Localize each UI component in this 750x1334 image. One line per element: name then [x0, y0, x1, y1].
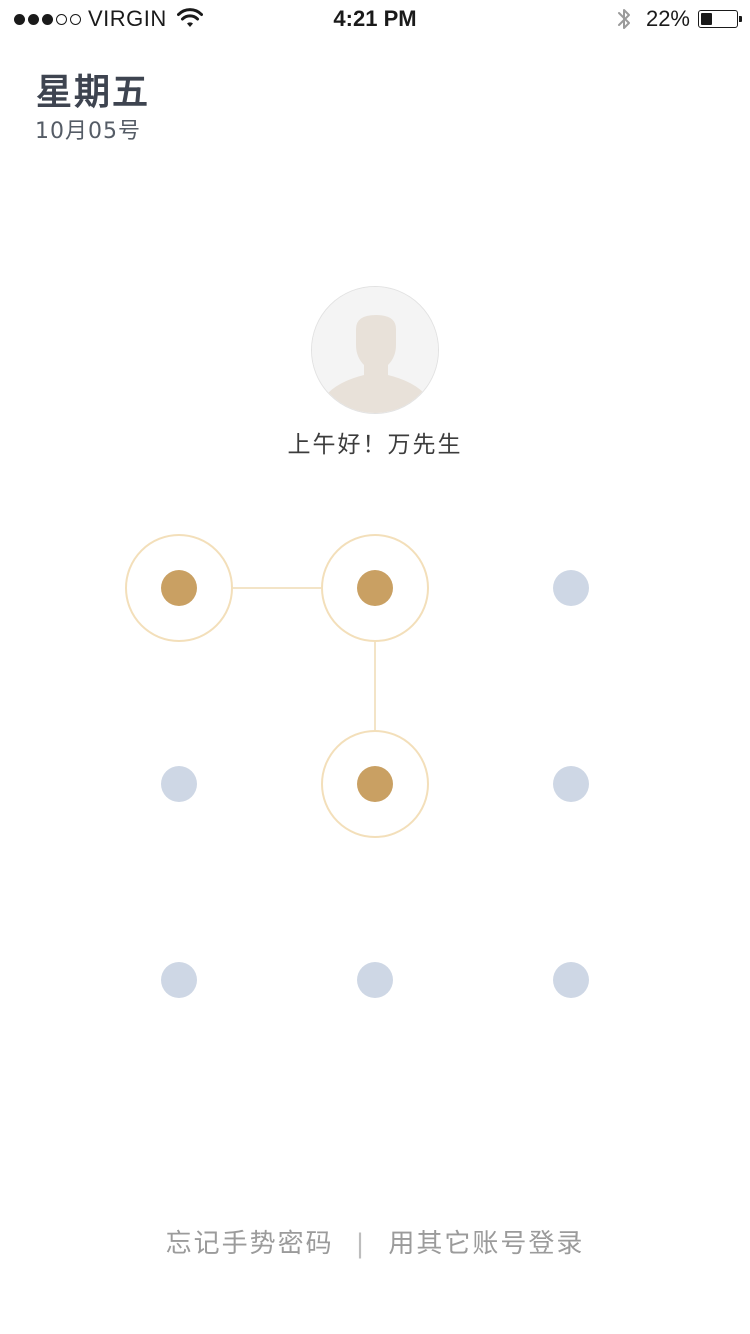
status-bar: VIRGIN 4:21 PM 22% — [0, 0, 750, 40]
battery-icon — [698, 10, 742, 28]
battery-level-fill — [701, 13, 712, 25]
battery-percent: 22% — [645, 6, 690, 31]
gesture-node-dot — [357, 962, 393, 998]
user-avatar — [311, 286, 439, 414]
greeting-text: 上午好！万先生 — [287, 432, 463, 458]
bluetooth-icon — [616, 7, 632, 31]
gesture-node[interactable] — [125, 730, 233, 838]
gesture-node-dot — [357, 766, 393, 802]
bottom-links: 忘记手势密码 | 用其它账号登录 — [0, 1224, 750, 1264]
gesture-node-dot — [553, 962, 589, 998]
date-label: 10月05号 — [35, 119, 141, 144]
gesture-node[interactable] — [517, 534, 625, 642]
gesture-node-dot — [357, 570, 393, 606]
gesture-node[interactable] — [517, 730, 625, 838]
gesture-path-line — [374, 642, 376, 730]
gesture-node[interactable] — [321, 926, 429, 1034]
other-account-login-link[interactable]: 用其它账号登录 — [388, 1224, 584, 1264]
gesture-node[interactable] — [517, 926, 625, 1034]
gesture-lock-pad[interactable] — [0, 0, 750, 1334]
gesture-node[interactable] — [321, 534, 429, 642]
gesture-node-dot — [161, 962, 197, 998]
status-bar-right: 22% — [616, 6, 742, 32]
day-of-week: 星期五 — [36, 72, 151, 113]
battery-cap — [739, 16, 742, 22]
user-silhouette-icon — [312, 287, 438, 413]
link-separator: | — [355, 1229, 367, 1259]
gesture-node[interactable] — [125, 534, 233, 642]
gesture-node-dot — [553, 570, 589, 606]
gesture-node[interactable] — [125, 926, 233, 1034]
gesture-node[interactable] — [321, 730, 429, 838]
gesture-node-dot — [161, 766, 197, 802]
forgot-gesture-password-link[interactable]: 忘记手势密码 — [166, 1224, 334, 1264]
gesture-node-dot — [553, 766, 589, 802]
gesture-node-dot — [161, 570, 197, 606]
gesture-path-line — [233, 587, 321, 589]
